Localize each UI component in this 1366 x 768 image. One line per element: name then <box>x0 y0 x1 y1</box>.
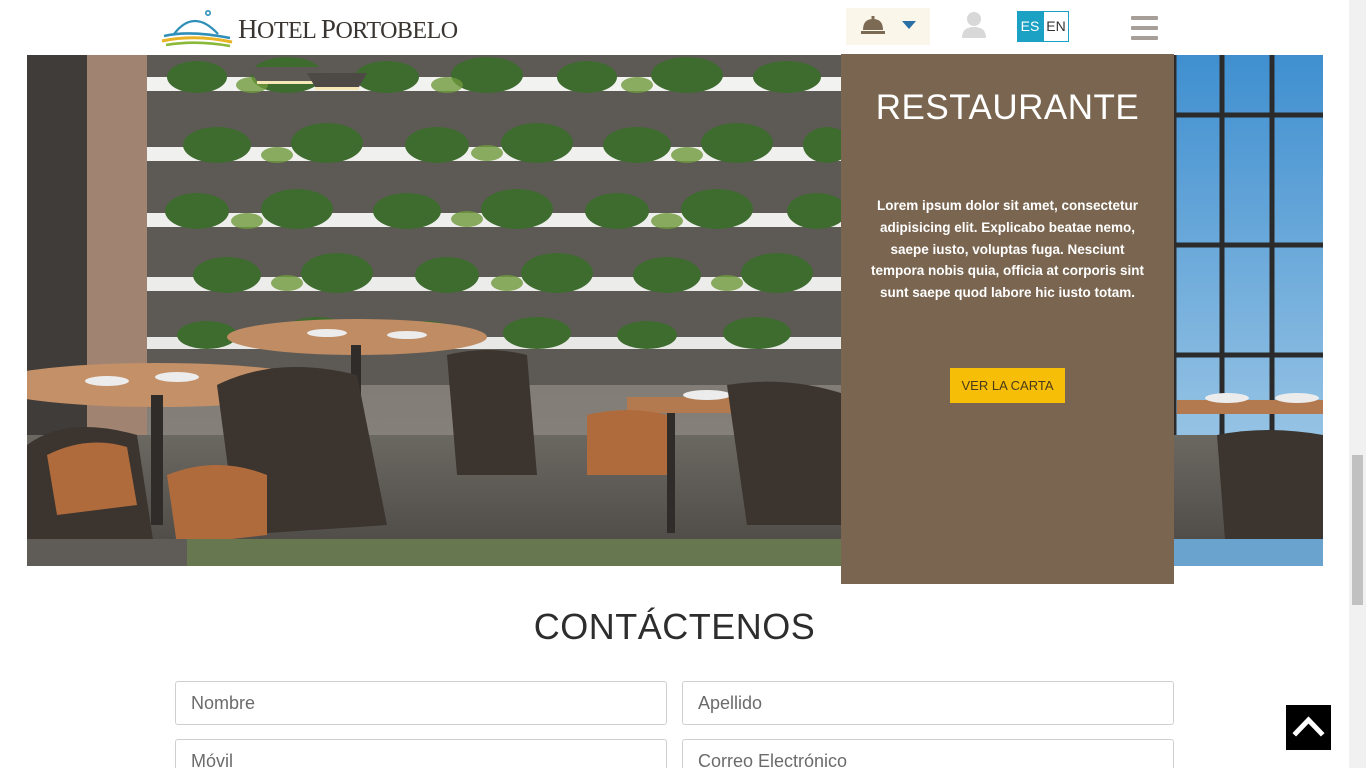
hotel-logo[interactable]: HOTEL PORTOBELO <box>160 4 458 50</box>
user-icon[interactable] <box>961 11 987 39</box>
mobile-field[interactable] <box>175 739 667 768</box>
contact-title: CONTÁCTENOS <box>533 606 816 647</box>
scrollbar-thumb[interactable] <box>1352 455 1363 605</box>
view-menu-button[interactable]: VER LA CARTA <box>950 368 1065 403</box>
restaurant-title: RESTAURANTE <box>875 88 1140 127</box>
hamburger-menu-icon[interactable] <box>1131 16 1158 40</box>
back-to-top-button[interactable] <box>1286 705 1331 750</box>
page-scrollbar[interactable] <box>1349 0 1366 768</box>
restaurant-panel: RESTAURANTE Lorem ipsum dolor sit amet, … <box>841 54 1174 584</box>
logo-wordmark: HOTEL PORTOBELO <box>238 14 458 44</box>
logo-cloche-icon <box>161 10 233 48</box>
language-en-button[interactable]: EN <box>1043 11 1069 42</box>
chevron-up-icon <box>1292 716 1325 737</box>
page: HOTEL PORTOBELO ES EN RESTAURANTE Lorem … <box>0 0 1366 768</box>
reception-bell-icon <box>861 16 885 34</box>
language-es-button[interactable]: ES <box>1017 11 1043 42</box>
caret-down-icon <box>902 21 916 29</box>
restaurant-description: Lorem ipsum dolor sit amet, consectetur … <box>870 198 1145 301</box>
site-header: HOTEL PORTOBELO ES EN <box>0 0 1349 55</box>
booking-dropdown-button[interactable] <box>846 8 930 45</box>
first-name-field[interactable] <box>175 681 667 725</box>
last-name-field[interactable] <box>682 681 1174 725</box>
email-field[interactable] <box>682 739 1174 768</box>
